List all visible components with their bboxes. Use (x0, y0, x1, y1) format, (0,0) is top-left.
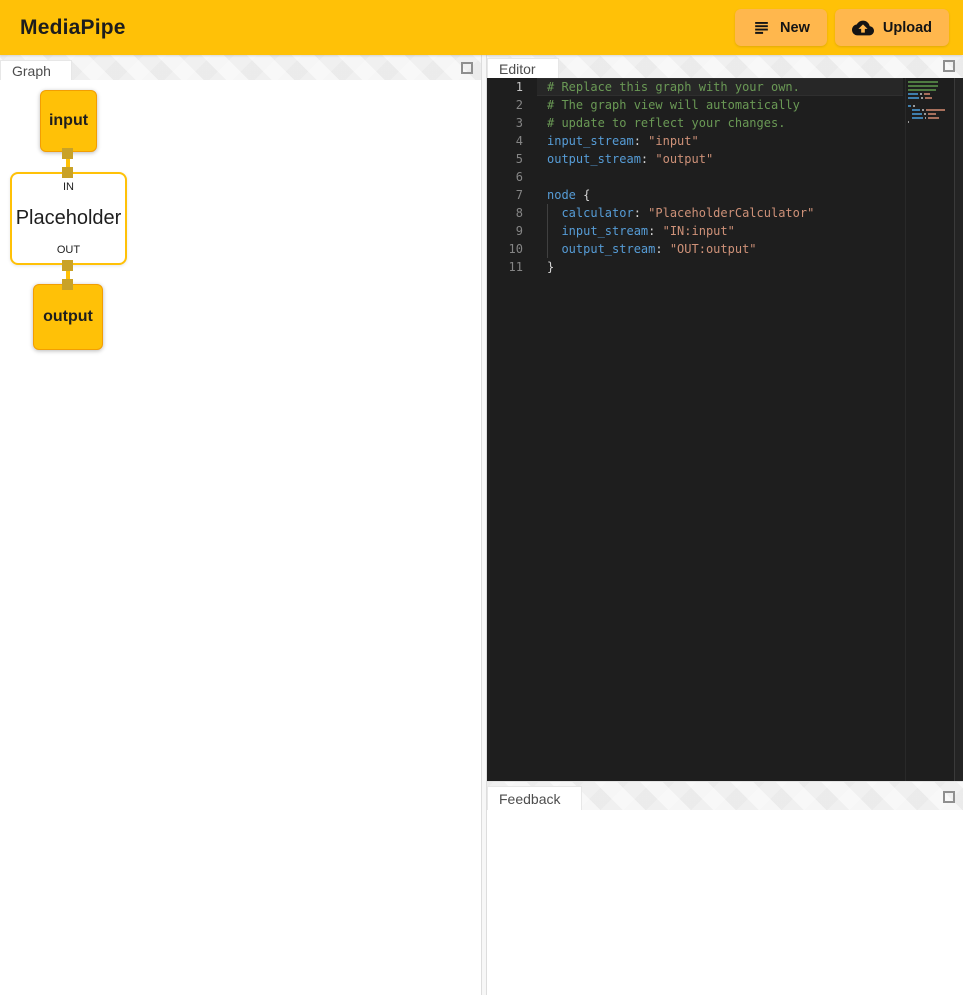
code-text: output_stream: "output" (537, 150, 903, 168)
code-line[interactable]: 5 output_stream: "output" (487, 150, 903, 168)
line-number: 9 (487, 222, 523, 240)
top-bar-actions: New Upload (735, 9, 949, 46)
line-number: 2 (487, 96, 523, 114)
code-text: # The graph view will automatically (537, 96, 903, 114)
code-line[interactable]: 11} (487, 258, 903, 276)
feedback-content (487, 810, 963, 995)
tab-feedback-label: Feedback (499, 791, 560, 807)
code-line[interactable]: 1 # Replace this graph with your own. (487, 78, 903, 96)
line-number: 6 (487, 168, 523, 186)
code-editor[interactable]: 1 # Replace this graph with your own. 2 # T… (487, 78, 963, 781)
feedback-tab-bar: Feedback (487, 781, 963, 810)
port-input-out (62, 148, 73, 159)
editor-tab-bar: Editor (487, 55, 963, 78)
menu-lines-icon (752, 18, 771, 37)
tab-graph-label: Graph (12, 63, 51, 79)
graph-node-input[interactable]: input (40, 90, 97, 152)
graph-canvas[interactable]: input IN Placeholder OUT output (0, 80, 481, 995)
line-number: 11 (487, 258, 523, 276)
line-number: 10 (487, 240, 523, 258)
code-lines: 1 # Replace this graph with your own. 2 # T… (487, 78, 903, 276)
code-text: # Replace this graph with your own. (537, 78, 903, 96)
code-text: # update to reflect your changes. (537, 114, 903, 132)
code-line[interactable]: 2 # The graph view will automatically (487, 96, 903, 114)
line-number: 8 (487, 204, 523, 222)
code-text: } (537, 258, 903, 276)
line-number: 3 (487, 114, 523, 132)
editor-minimap[interactable] (905, 78, 954, 781)
new-button-label: New (780, 20, 810, 36)
code-text: input_stream: "IN:input" (537, 222, 903, 240)
code-line[interactable]: 9 input_stream: "IN:input" (487, 222, 903, 240)
top-bar: MediaPipe New Upload (0, 0, 963, 55)
placeholder-in-port-label: IN (63, 181, 74, 193)
tab-editor-label: Editor (499, 61, 536, 77)
code-text: node { (537, 186, 903, 204)
line-number: 7 (487, 186, 523, 204)
graph-node-output[interactable]: output (33, 284, 103, 350)
code-line[interactable]: 7 node { (487, 186, 903, 204)
tab-graph[interactable]: Graph (0, 60, 72, 80)
feedback-maximize-icon[interactable] (943, 791, 955, 803)
tab-feedback[interactable]: Feedback (487, 786, 582, 810)
line-number: 1 (487, 78, 523, 96)
tab-editor[interactable]: Editor (487, 58, 559, 78)
node-placeholder-label: Placeholder (16, 207, 122, 230)
graph-node-placeholder[interactable]: IN Placeholder OUT (10, 172, 127, 265)
code-line[interactable]: 8 calculator: "PlaceholderCalculator" (487, 204, 903, 222)
cloud-upload-icon (852, 17, 874, 39)
port-placeholder-in (62, 167, 73, 178)
code-text: calculator: "PlaceholderCalculator" (537, 204, 903, 222)
graph-tab-bar: Graph (0, 55, 481, 80)
upload-button-label: Upload (883, 20, 932, 36)
code-text (537, 168, 903, 186)
port-placeholder-out (62, 260, 73, 271)
right-column: Editor 1 # Replace this graph with your o… (487, 55, 963, 995)
editor-scrollbar[interactable] (954, 78, 963, 781)
node-input-label: input (49, 112, 88, 130)
feedback-panel: Feedback (487, 781, 963, 995)
graph-panel: Graph input IN Placeholder OUT output (0, 55, 481, 995)
mediapipe-visualizer: MediaPipe New Upload (0, 0, 963, 995)
new-button[interactable]: New (735, 9, 827, 46)
node-output-label: output (43, 308, 93, 326)
code-line[interactable]: 3 # update to reflect your changes. (487, 114, 903, 132)
upload-button[interactable]: Upload (835, 9, 949, 46)
editor-maximize-icon[interactable] (943, 60, 955, 72)
line-number: 4 (487, 132, 523, 150)
code-text: input_stream: "input" (537, 132, 903, 150)
line-number: 5 (487, 150, 523, 168)
editor-panel: Editor 1 # Replace this graph with your o… (487, 55, 963, 781)
app-title: MediaPipe (20, 16, 126, 40)
port-output-in (62, 279, 73, 290)
graph-maximize-icon[interactable] (461, 62, 473, 74)
placeholder-out-port-label: OUT (57, 244, 80, 256)
code-text: output_stream: "OUT:output" (537, 240, 903, 258)
code-line[interactable]: 4 input_stream: "input" (487, 132, 903, 150)
code-line[interactable]: 6 (487, 168, 903, 186)
code-line[interactable]: 10 output_stream: "OUT:output" (487, 240, 903, 258)
